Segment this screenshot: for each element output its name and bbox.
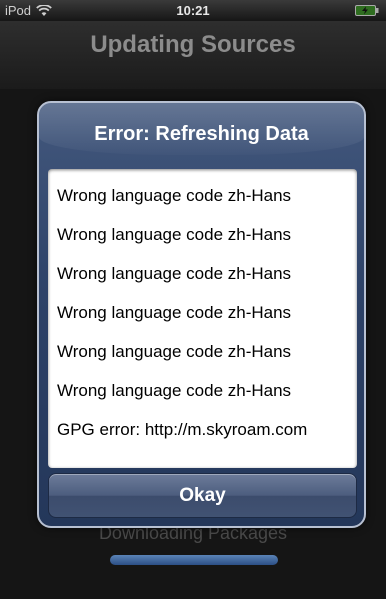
status-bar: iPod 10:21 [0,0,386,21]
error-alert-dialog: Error: Refreshing Data Wrong language co… [37,101,366,528]
error-message: Wrong language code zh-Hans [57,186,292,205]
okay-button[interactable]: Okay [48,473,357,518]
error-message: Wrong language code zh-Hans [57,225,292,244]
error-message: Wrong language code zh-Hans [57,264,292,283]
error-message: Wrong language code zh-Hans [57,381,292,400]
error-message-list[interactable]: Wrong language code zh-Hans Wrong langua… [48,169,357,468]
page-title: Updating Sources [90,31,296,58]
error-message: Wrong language code zh-Hans [57,342,292,361]
download-progress-bar [110,555,278,565]
device-screen: iPod 10:21 Updating Sources Downloading … [0,0,386,599]
status-clock: 10:21 [176,3,210,18]
error-message: Wrong language code zh-Hans [57,303,292,322]
battery-icon [355,5,379,16]
error-message: GPG error: http://m.skyroam.com [57,420,308,439]
alert-title: Error: Refreshing Data [94,123,309,145]
